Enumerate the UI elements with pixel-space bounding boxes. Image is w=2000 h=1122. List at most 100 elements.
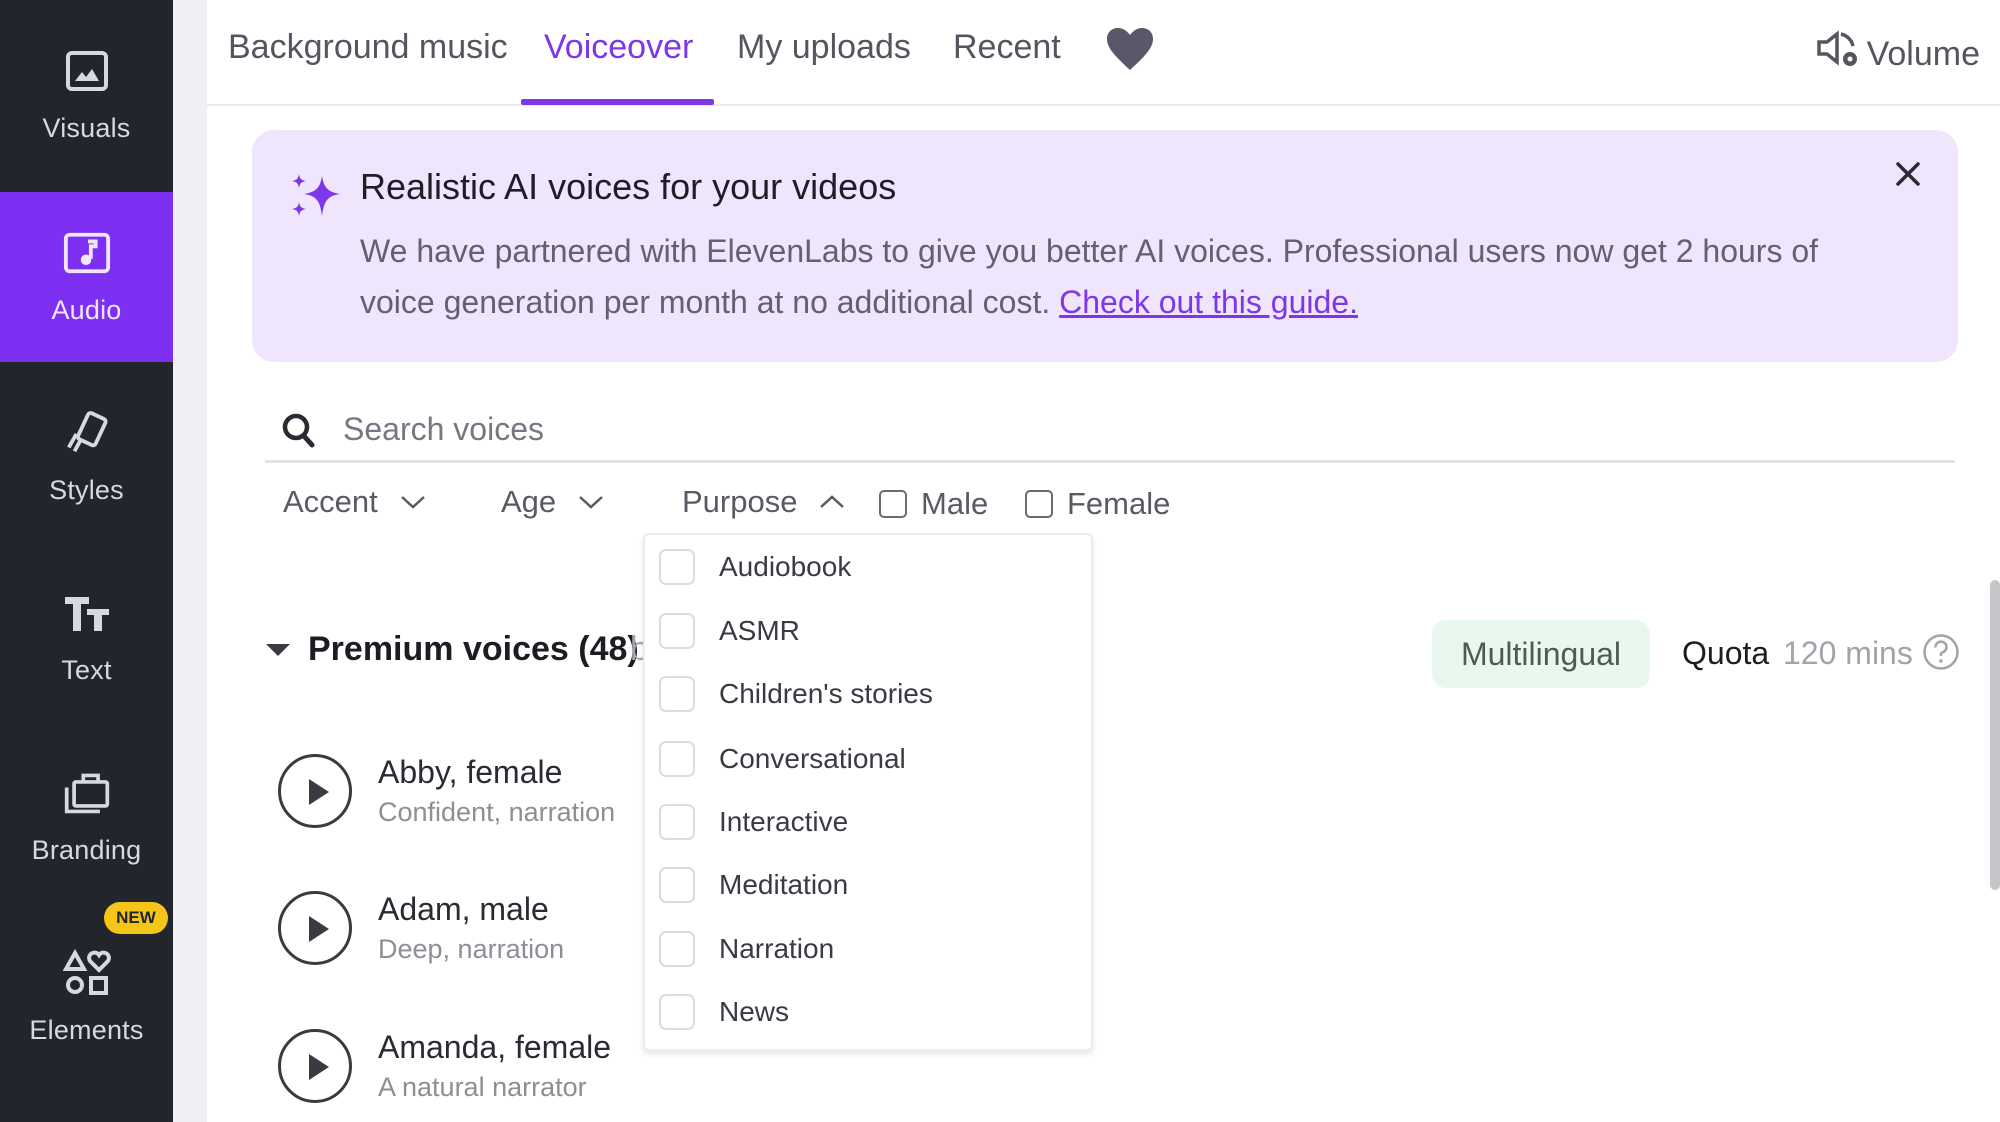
option-label: Audiobook [719,551,852,582]
search-bar [265,400,1955,463]
female-checkbox[interactable]: Female [1025,486,1170,522]
checkbox[interactable] [659,867,695,903]
purpose-label: Purpose [682,484,798,519]
sidebar-item-styles[interactable]: Styles [0,372,173,542]
voice-name: Amanda, female [378,1029,612,1065]
voice-row: Abby, female Confident, narration [278,754,615,828]
female-label: Female [1067,486,1171,521]
tab-recent[interactable]: Recent [953,28,1061,67]
voice-name: Adam, male [378,891,549,927]
option-label: Interactive [719,806,849,837]
sidebar-item-text[interactable]: Text [0,552,173,722]
checkbox[interactable] [659,931,695,967]
heart-icon[interactable] [1105,26,1157,76]
age-dropdown[interactable]: Age [501,484,604,520]
sidebar-item-elements[interactable]: Elements [0,912,173,1082]
option-label: Conversational [719,743,906,774]
option-label: News [719,996,790,1027]
chevron-down-icon [579,496,604,509]
volume-button[interactable]: Volume [1815,28,1980,81]
male-label: Male [921,486,989,521]
quota-value: 120 mins [1783,635,1913,671]
new-badge: NEW [104,902,168,934]
checkbox[interactable] [659,613,695,649]
play-icon[interactable] [278,1029,352,1103]
checkbox[interactable] [659,549,695,585]
checkbox[interactable] [659,804,695,840]
sidebar-item-label: Elements [29,1014,144,1045]
voice-description: Deep, narration [378,934,565,964]
music-note-icon [63,229,111,277]
option-label: Meditation [719,869,849,900]
option-label: Children's stories [719,678,933,709]
banner-body: We have partnered with ElevenLabs to giv… [360,226,1880,328]
gutter [173,0,207,1122]
option-label: ASMR [719,615,800,646]
age-label: Age [501,484,557,519]
app-root: Visuals Audio Styles Text Branding Eleme… [0,0,2000,1122]
purpose-option-audiobook[interactable]: Audiobook [659,547,851,587]
tab-background-music[interactable]: Background music [228,28,508,67]
purpose-menu: Audiobook ASMR Children's stories Conver… [643,533,1093,1051]
checkbox[interactable] [1025,490,1053,518]
chevron-down-icon [400,496,425,509]
voice-name: Abby, female [378,754,563,790]
accent-label: Accent [283,484,378,519]
quota-label: Quota [1682,635,1770,671]
guide-link[interactable]: Check out this guide. [1059,284,1358,320]
purpose-option-interactive[interactable]: Interactive [659,802,848,842]
purpose-dropdown[interactable]: Purpose [682,484,845,520]
multilingual-badge[interactable]: Multilingual [1432,620,1650,688]
checkbox[interactable] [659,741,695,777]
checkbox[interactable] [879,490,907,518]
tab-bar: Background music Voiceover My uploads Re… [207,0,2000,106]
caret-down-icon [266,643,290,656]
sidebar-item-label: Styles [49,474,124,505]
premium-voices-heading: Premium voices (48) [308,630,639,668]
checkbox[interactable] [659,676,695,712]
purpose-option-narration[interactable]: Narration [659,929,834,969]
play-icon[interactable] [278,754,352,828]
tab-my-uploads[interactable]: My uploads [737,28,911,67]
search-input[interactable] [343,404,1923,454]
volume-settings-icon [1815,28,1863,81]
sparkle-icon [290,170,342,222]
tab-voiceover[interactable]: Voiceover [544,28,693,67]
purpose-option-childrens-stories[interactable]: Children's stories [659,674,933,714]
sidebar: Visuals Audio Styles Text Branding Eleme… [0,0,173,1122]
banner-title: Realistic AI voices for your videos [360,166,897,207]
briefcase-icon [63,769,111,817]
voice-row: Adam, male Deep, narration [278,891,564,965]
premium-voices-toggle[interactable]: Premium voices (48) b [266,630,649,669]
purpose-option-conversational[interactable]: Conversational [659,739,906,779]
close-icon[interactable] [1888,154,1928,194]
sidebar-item-branding[interactable]: Branding [0,732,173,902]
chevron-up-icon [820,495,845,508]
search-icon [279,410,319,450]
active-tab-indicator [521,99,714,105]
purpose-option-meditation[interactable]: Meditation [659,865,848,905]
volume-label: Volume [1866,35,1980,73]
option-label: Narration [719,933,835,964]
play-icon[interactable] [278,891,352,965]
sidebar-item-audio[interactable]: Audio [0,192,173,362]
text-icon [63,589,111,637]
voice-description: Confident, narration [378,797,616,827]
image-icon [63,47,111,95]
scrollbar[interactable] [1990,580,2000,890]
help-icon[interactable] [1922,633,1960,671]
checkbox[interactable] [659,994,695,1030]
voice-row: Amanda, female A natural narrator [278,1029,611,1103]
accent-dropdown[interactable]: Accent [283,484,426,520]
male-checkbox[interactable]: Male [879,486,988,522]
sidebar-item-label: Visuals [42,112,131,143]
purpose-option-news[interactable]: News [659,992,789,1032]
sidebar-item-visuals[interactable]: Visuals [0,10,173,180]
purpose-option-asmr[interactable]: ASMR [659,611,800,651]
voice-description: A natural narrator [378,1072,587,1102]
shapes-icon [62,948,111,997]
sidebar-item-label: Audio [51,294,122,325]
styles-icon [63,409,111,457]
promo-banner: Realistic AI voices for your videos We h… [252,130,1958,362]
sidebar-item-label: Text [61,654,112,685]
